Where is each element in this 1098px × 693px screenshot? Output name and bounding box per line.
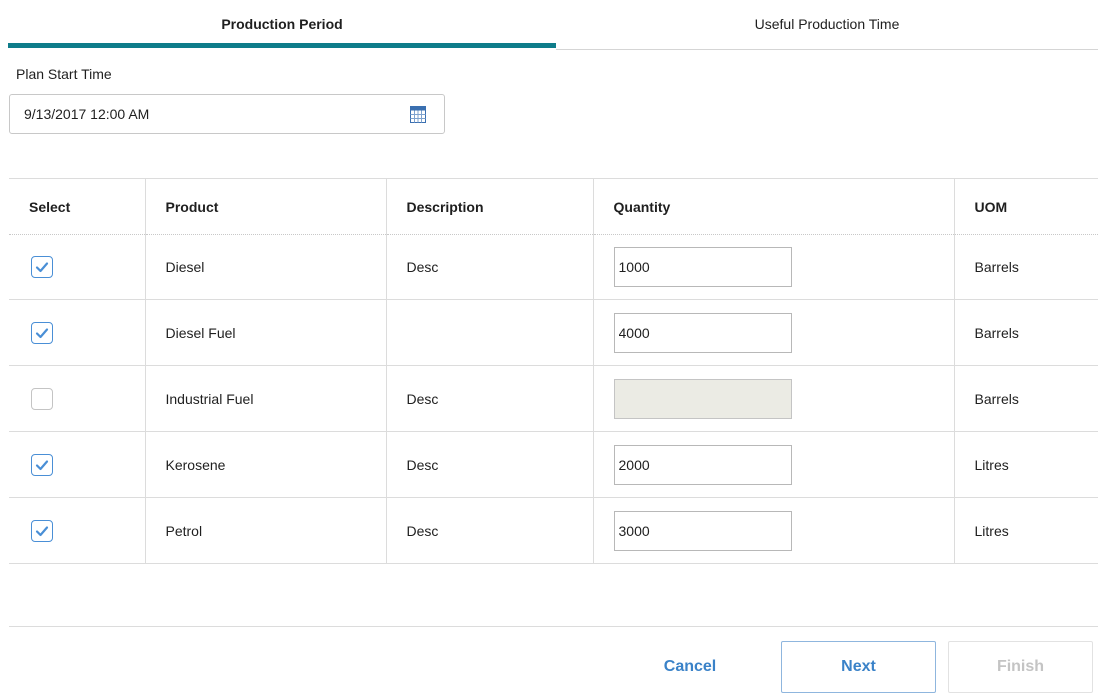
quantity-input[interactable]	[613, 378, 792, 419]
table-row: Diesel Desc Barrels	[9, 234, 1098, 300]
calendar-icon[interactable]	[410, 105, 426, 123]
tab-production-period[interactable]: Production Period	[8, 0, 556, 47]
column-header-select[interactable]: Select	[9, 178, 146, 235]
row-select-checkbox[interactable]	[31, 453, 53, 476]
uom-cell: Barrels	[974, 259, 1019, 275]
table-row: Kerosene Desc Litres	[9, 431, 1098, 498]
description-cell: Desc	[386, 365, 594, 432]
product-cell: Petrol	[145, 497, 387, 564]
quantity-input[interactable]	[613, 510, 792, 551]
row-select-checkbox[interactable]	[31, 256, 53, 278]
description-cell	[386, 299, 594, 366]
plan-start-time-label: Plan Start Time	[16, 66, 112, 82]
quantity-input[interactable]	[613, 247, 792, 287]
uom-cell: Barrels	[974, 390, 1019, 407]
column-header-product[interactable]: Product	[145, 178, 387, 235]
finish-button[interactable]: Finish	[948, 641, 1093, 693]
tab-useful-production-time[interactable]: Useful Production Time	[556, 0, 1098, 47]
description-cell: Desc	[386, 431, 594, 498]
quantity-input[interactable]	[613, 444, 792, 485]
checkmark-icon	[35, 262, 49, 273]
column-header-quantity[interactable]: Quantity	[593, 178, 955, 235]
plan-start-time-input[interactable]: 9/13/2017 12:00 AM	[9, 94, 445, 134]
footer-divider	[9, 626, 1098, 627]
column-header-description[interactable]: Description	[386, 178, 594, 235]
tab-bar: Production Period Useful Production Time	[8, 0, 1098, 50]
row-select-checkbox[interactable]	[31, 387, 53, 410]
table-row: Petrol Desc Litres	[9, 497, 1098, 564]
description-cell: Desc	[386, 497, 594, 564]
checkmark-icon	[35, 459, 49, 470]
quantity-input[interactable]	[613, 312, 792, 353]
table-header-row: Select Product Description Quantity UOM	[9, 178, 1098, 235]
checkmark-icon	[35, 525, 49, 536]
next-button[interactable]: Next	[781, 641, 936, 693]
product-cell: Diesel	[145, 234, 387, 300]
product-cell: Kerosene	[145, 431, 387, 498]
uom-cell: Litres	[974, 522, 1009, 539]
plan-start-time-value: 9/13/2017 12:00 AM	[24, 106, 150, 122]
table-row: Industrial Fuel Desc Barrels	[9, 365, 1098, 432]
table-row: Diesel Fuel Barrels	[9, 299, 1098, 366]
checkmark-icon	[35, 327, 49, 338]
products-table: Select Product Description Quantity UOM …	[9, 178, 1098, 564]
uom-cell: Litres	[974, 456, 1009, 473]
product-cell: Diesel Fuel	[145, 299, 387, 366]
description-cell: Desc	[386, 234, 594, 300]
column-header-uom[interactable]: UOM	[954, 178, 1098, 235]
active-tab-indicator	[8, 43, 556, 48]
row-select-checkbox[interactable]	[31, 519, 53, 542]
tab-divider	[556, 49, 1098, 50]
row-select-checkbox[interactable]	[31, 321, 53, 344]
uom-cell: Barrels	[974, 324, 1019, 341]
product-cell: Industrial Fuel	[145, 365, 387, 432]
cancel-button[interactable]: Cancel	[630, 641, 750, 693]
